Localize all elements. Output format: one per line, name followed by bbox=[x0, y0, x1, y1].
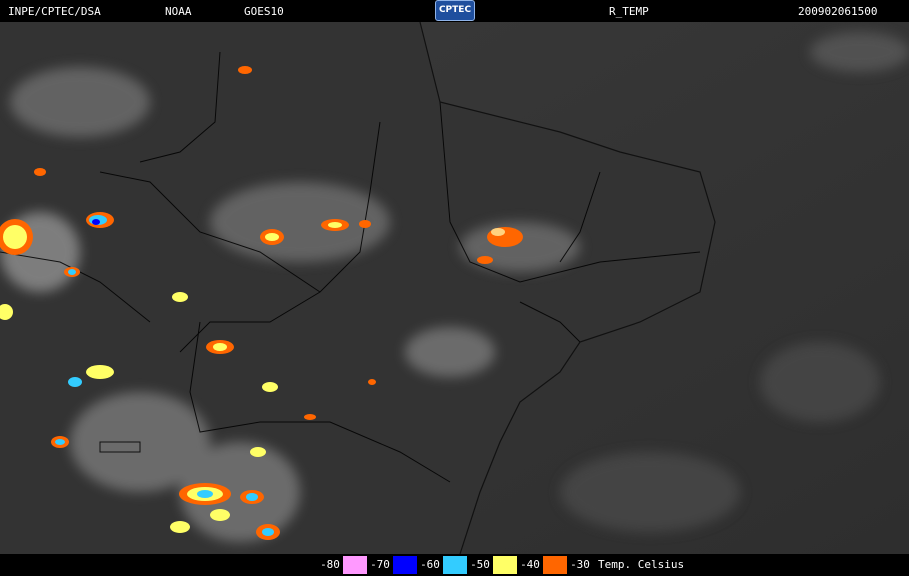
legend-swatch-50 bbox=[493, 556, 517, 574]
legend-swatch-40 bbox=[543, 556, 567, 574]
legend-label-30: -30 bbox=[567, 556, 593, 574]
legend-label-50: -50 bbox=[467, 556, 493, 574]
legend-label-70: -70 bbox=[367, 556, 393, 574]
legend-swatch-60 bbox=[443, 556, 467, 574]
source-label: NOAA bbox=[165, 5, 192, 18]
agency-label: INPE/CPTEC/DSA bbox=[8, 5, 101, 18]
legend-swatch-70 bbox=[393, 556, 417, 574]
legend-label-40: -40 bbox=[517, 556, 543, 574]
timestamp-label: 200902061500 bbox=[798, 5, 878, 18]
satellite-image bbox=[0, 22, 909, 554]
header-bar: INPE/CPTEC/DSA NOAA GOES10 CPTEC R_TEMP … bbox=[0, 0, 909, 22]
legend-swatch-80 bbox=[343, 556, 367, 574]
cptec-logo: CPTEC bbox=[435, 0, 475, 21]
satellite-label: GOES10 bbox=[244, 5, 284, 18]
legend-bar: -80 -70 -60 -50 -40 -30 Temp. Celsius bbox=[0, 554, 909, 576]
product-label: R_TEMP bbox=[609, 5, 649, 18]
legend-caption: Temp. Celsius bbox=[598, 558, 685, 571]
legend-label-60: -60 bbox=[417, 556, 443, 574]
legend-label-80: -80 bbox=[317, 556, 343, 574]
